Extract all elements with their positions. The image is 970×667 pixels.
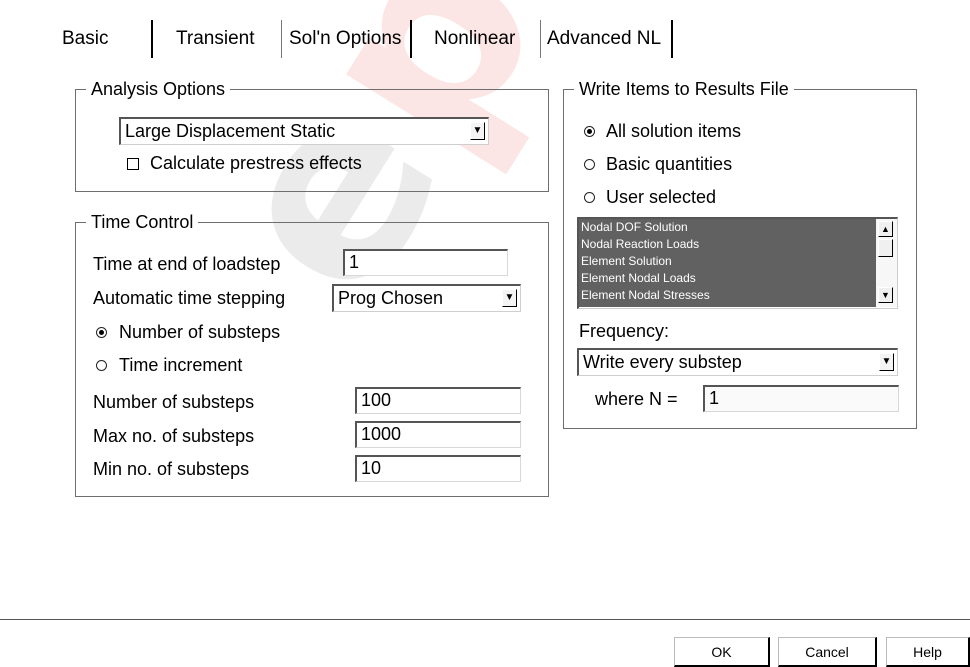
min-substeps-field[interactable]: 10: [355, 455, 521, 482]
list-item[interactable]: Nodal DOF Solution: [579, 219, 877, 236]
frequency-label: Frequency:: [579, 321, 670, 341]
num-substeps-label: Number of substeps: [93, 392, 255, 412]
max-substeps-label: Max no. of substeps: [93, 426, 255, 446]
list-item[interactable]: Element Nodal Stresses: [579, 287, 877, 304]
tab-separator: [410, 20, 412, 58]
tab-separator: [671, 20, 673, 58]
time-end-label: Time at end of loadstep: [93, 254, 281, 274]
tab-nonlinear[interactable]: Nonlinear: [434, 22, 515, 56]
time-control-title: Time Control: [86, 209, 199, 235]
cancel-button[interactable]: Cancel: [778, 637, 877, 667]
prestress-label: Calculate prestress effects: [150, 153, 362, 173]
tab-basic[interactable]: Basic: [62, 22, 108, 56]
scroll-thumb[interactable]: [878, 239, 893, 257]
results-items-list: Nodal DOF Solution Nodal Reaction Loads …: [579, 219, 877, 307]
auto-step-label: Automatic time stepping: [93, 288, 286, 308]
all-items-radio-label: All solution items: [606, 121, 742, 141]
where-n-label: where N =: [595, 389, 678, 409]
listbox-scrollbar[interactable]: ▲ ▼: [876, 219, 897, 307]
list-item[interactable]: Element Nodal Loads: [579, 270, 877, 287]
num-substeps-field[interactable]: 100: [355, 387, 521, 414]
basic-quantities-radio-label: Basic quantities: [606, 154, 733, 174]
analysis-options-title: Analysis Options: [86, 76, 231, 102]
footer-divider: [0, 619, 970, 620]
tab-advanced-nl[interactable]: Advanced NL: [547, 22, 661, 56]
chevron-down-icon[interactable]: ▼: [879, 353, 894, 371]
substeps-radio-label: Number of substeps: [119, 322, 281, 342]
chevron-down-icon[interactable]: ▼: [470, 122, 485, 140]
where-n-field[interactable]: 1: [703, 385, 899, 412]
scroll-down-icon[interactable]: ▼: [878, 287, 893, 303]
user-selected-radio[interactable]: [584, 192, 595, 203]
all-items-radio[interactable]: [584, 126, 595, 137]
tab-separator: [540, 20, 541, 58]
tab-transient[interactable]: Transient: [176, 22, 255, 56]
frequency-select[interactable]: Write every substep ▼: [577, 348, 898, 376]
time-increment-radio-label: Time increment: [119, 355, 243, 375]
results-items-listbox[interactable]: Nodal DOF Solution Nodal Reaction Loads …: [577, 217, 898, 309]
results-file-title: Write Items to Results File: [574, 76, 794, 102]
max-substeps-field[interactable]: 1000: [355, 421, 521, 448]
list-item[interactable]: Nodal Reaction Loads: [579, 236, 877, 253]
help-button[interactable]: Help: [886, 637, 970, 667]
tab-soln-options[interactable]: Sol'n Options: [289, 22, 401, 56]
tab-separator: [151, 20, 153, 58]
time-increment-radio[interactable]: [96, 360, 107, 371]
time-end-field[interactable]: 1: [343, 249, 508, 276]
ok-button[interactable]: OK: [674, 637, 770, 667]
auto-step-select[interactable]: Prog Chosen ▼: [332, 284, 521, 312]
min-substeps-label: Min no. of substeps: [93, 459, 250, 479]
user-selected-radio-label: User selected: [606, 187, 717, 207]
tab-separator: [281, 20, 282, 58]
prestress-checkbox[interactable]: [127, 158, 139, 170]
analysis-type-value: Large Displacement Static: [125, 121, 336, 141]
auto-step-value: Prog Chosen: [338, 288, 444, 308]
frequency-value: Write every substep: [583, 352, 742, 372]
chevron-down-icon[interactable]: ▼: [502, 289, 517, 307]
scroll-up-icon[interactable]: ▲: [878, 221, 893, 237]
basic-quantities-radio[interactable]: [584, 159, 595, 170]
substeps-radio[interactable]: [96, 327, 107, 338]
analysis-type-select[interactable]: Large Displacement Static ▼: [119, 117, 489, 145]
list-item[interactable]: Element Solution: [579, 253, 877, 270]
